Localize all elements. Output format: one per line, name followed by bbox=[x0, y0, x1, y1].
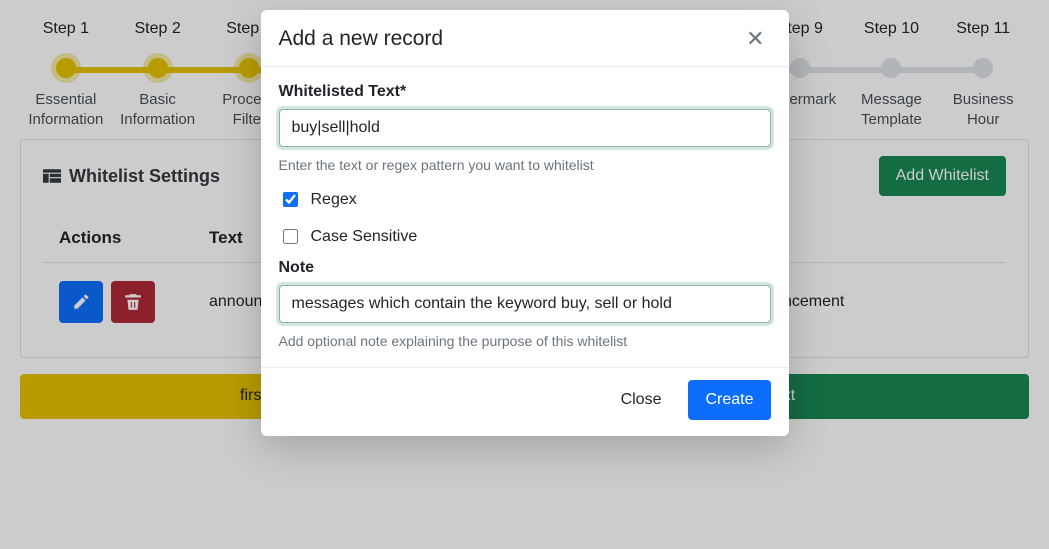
modal-title: Add a new record bbox=[279, 27, 444, 51]
close-icon: ✕ bbox=[746, 26, 764, 51]
note-help-text: Add optional note explaining the purpose… bbox=[279, 333, 771, 349]
whitelisted-help-text: Enter the text or regex pattern you want… bbox=[279, 157, 771, 173]
add-record-modal: Add a new record ✕ Whitelisted Text* Ent… bbox=[261, 10, 789, 436]
case-sensitive-label: Case Sensitive bbox=[311, 228, 418, 246]
case-sensitive-checkbox-row[interactable]: Case Sensitive bbox=[279, 226, 771, 247]
whitelisted-text-input[interactable] bbox=[279, 109, 771, 147]
whitelisted-text-label: Whitelisted Text* bbox=[279, 83, 771, 101]
regex-label: Regex bbox=[311, 191, 357, 209]
case-sensitive-checkbox[interactable] bbox=[283, 229, 298, 244]
modal-create-button[interactable]: Create bbox=[688, 380, 770, 420]
regex-checkbox-row[interactable]: Regex bbox=[279, 189, 771, 210]
note-input[interactable] bbox=[279, 285, 771, 323]
note-label: Note bbox=[279, 259, 771, 277]
regex-checkbox[interactable] bbox=[283, 192, 298, 207]
modal-close-button[interactable]: Close bbox=[604, 380, 679, 420]
modal-close-x[interactable]: ✕ bbox=[740, 24, 770, 54]
